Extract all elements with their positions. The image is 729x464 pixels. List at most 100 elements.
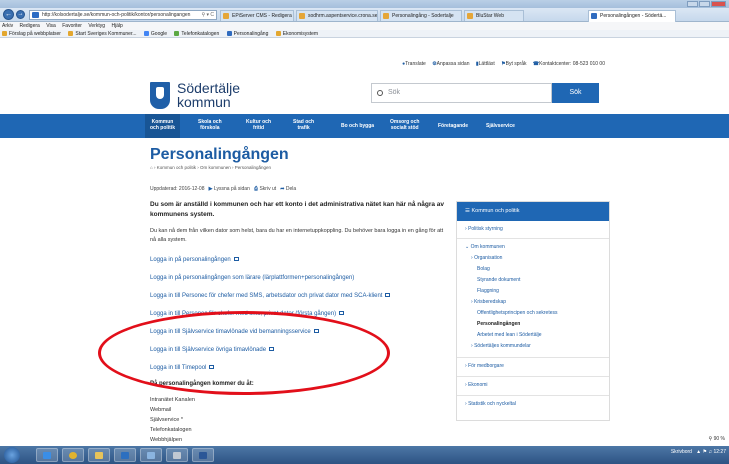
lead-text: Du som är anställd i kommunen och har et…: [150, 201, 445, 218]
favorite-item[interactable]: Förslag på webbplatser: [2, 31, 61, 37]
menu-item-tools[interactable]: Verktyg: [88, 23, 105, 29]
browser-tab[interactable]: sodhrm.aspentservice.crona.se: [296, 10, 378, 21]
system-item: Webmail: [150, 407, 172, 413]
sidebar-item[interactable]: Styrande dokument: [477, 277, 520, 283]
login-link[interactable]: Logga in till Timepool: [150, 365, 215, 371]
breadcrumb-path[interactable]: Kommun och politik › Om kommunen › Perso…: [157, 165, 271, 170]
menu-item-file[interactable]: Arkiv: [2, 23, 13, 29]
listen-link[interactable]: ▶ Lyssna på sidan: [206, 186, 250, 192]
browser-tab-active[interactable]: Personalingången - Södertä...: [588, 10, 676, 22]
nav-bo-och-bygga[interactable]: Bo och bygga: [341, 123, 374, 129]
menu-item-edit[interactable]: Redigera: [20, 23, 40, 29]
sidebar-item[interactable]: › Södertäljes kommundelar: [471, 343, 531, 349]
language-link[interactable]: ⚑Byt språk: [501, 61, 526, 67]
menu-item-help[interactable]: Hjälp: [111, 23, 122, 29]
nav-label: fritid: [252, 125, 265, 131]
favorite-item[interactable]: Ekonomisystem: [275, 31, 318, 37]
forward-button[interactable]: →: [16, 10, 25, 19]
maximize-button[interactable]: [699, 1, 710, 7]
sidebar-item-current[interactable]: Personalingången: [477, 321, 520, 327]
nav-stad-och-trafik[interactable]: Stad och trafik: [293, 119, 314, 131]
nav-kultur-och-fritid[interactable]: Kultur och fritid: [246, 119, 271, 131]
nav-foretagande[interactable]: Företagande: [438, 123, 468, 129]
nav-skola-och-forskola[interactable]: Skola och förskola: [198, 119, 222, 131]
sidebar-item[interactable]: Offentlighetsprincipen och sekretess: [477, 310, 558, 316]
close-button[interactable]: [711, 1, 726, 7]
page-meta: Uppdaterad: 2016-12-08 ▶ Lyssna på sidan…: [150, 186, 296, 192]
nav-sjalvservice[interactable]: Självservice: [486, 123, 515, 129]
browser-tab-label: EPiServer CMS - Redigera: [232, 13, 292, 19]
print-link[interactable]: ⎙ Skriv ut: [251, 186, 276, 192]
back-button[interactable]: ←: [3, 9, 14, 20]
taskbar-app[interactable]: [140, 448, 162, 462]
sidebar-item[interactable]: ⌄ Om kommunen: [465, 244, 505, 250]
translate-link[interactable]: ●Translate: [402, 61, 426, 67]
browser-menubar: Arkiv Redigera Visa Favoriter Verktyg Hj…: [0, 22, 729, 30]
desktop-toolbar[interactable]: Skrivbord: [671, 449, 692, 455]
address-bar[interactable]: http://kolsodertalje.se/kommun-och-polit…: [29, 10, 217, 20]
page-title: Personalingången: [150, 146, 289, 163]
browser-tab-label: Personalingången - Södertä...: [600, 13, 667, 19]
sidebar-item[interactable]: › Statistik och nyckeltal: [465, 401, 516, 407]
favorite-item[interactable]: Google: [143, 31, 167, 37]
menu-item-view[interactable]: Visa: [46, 23, 56, 29]
favorite-item[interactable]: Telefonkatalogen: [174, 31, 219, 37]
browser-tab[interactable]: Personalingång - Sodertalje: [380, 10, 462, 21]
browser-tab[interactable]: BluStar Web: [464, 10, 524, 21]
sodertalje-logo-icon[interactable]: [150, 82, 170, 109]
external-link-icon: [233, 257, 239, 261]
tab-favicon-icon: [299, 13, 305, 19]
customize-link[interactable]: ⚙Anpassa sidan: [432, 61, 469, 67]
taskbar-explorer[interactable]: [88, 448, 110, 462]
login-link[interactable]: Logga in till Självservice övriga timavl…: [150, 347, 275, 353]
system-item: Självservice *: [150, 417, 184, 423]
taskbar-outlook[interactable]: [114, 448, 136, 462]
nav-omsorg-och-socialt-stod[interactable]: Omsorg och socialt stöd: [390, 119, 419, 131]
start-button[interactable]: [4, 447, 20, 463]
sidebar-item[interactable]: › Ekonomi: [465, 382, 488, 388]
sidebar-item[interactable]: › Krisberedskap: [471, 299, 506, 305]
clock[interactable]: 12:27: [713, 449, 726, 455]
contact-link[interactable]: ☎Kontaktcenter: 08-523 010 00: [533, 61, 605, 67]
sidebar-item-label: Personalingången: [477, 321, 521, 327]
easy-read-link[interactable]: ▮Lättläst: [476, 61, 495, 67]
sidebar-header[interactable]: ☰ Kommun och politik: [457, 202, 609, 221]
sidebar-item-label: Statistik och nyckeltal: [468, 401, 516, 407]
home-icon[interactable]: ⌂ ›: [150, 165, 157, 170]
browser-tab[interactable]: EPiServer CMS - Redigera: [220, 10, 294, 21]
sidebar-item[interactable]: › Organisation: [471, 255, 502, 261]
sidebar-item[interactable]: Flaggning: [477, 288, 499, 294]
brand-name[interactable]: Södertälje: [177, 81, 240, 95]
login-link[interactable]: Logga in på personalingången: [150, 257, 239, 263]
brand-subtitle[interactable]: kommun: [177, 95, 231, 109]
share-link[interactable]: ➦ Dela: [278, 186, 296, 192]
minimize-button[interactable]: [687, 1, 698, 7]
zoom-level[interactable]: ⚲ 90 %: [709, 436, 725, 442]
favorite-item[interactable]: Start Sveriges Kommuner...: [68, 31, 137, 37]
listen-label: Lyssna på sidan: [213, 186, 250, 192]
taskbar-app[interactable]: [166, 448, 188, 462]
sidebar-item[interactable]: Arbetet med lean i Södertälje: [477, 332, 541, 338]
sidebar-item-label: Flaggning: [477, 288, 499, 294]
taskbar-chrome[interactable]: [62, 448, 84, 462]
favorite-item[interactable]: Personalingång: [226, 31, 268, 37]
login-link[interactable]: Logga in till Personec för chefer med sm…: [150, 311, 345, 317]
tray-icons[interactable]: ▲ ⚑ ♫: [693, 449, 713, 455]
taskbar-ie[interactable]: [36, 448, 58, 462]
nav-kommun-och-politik[interactable]: Kommun och politik: [145, 114, 180, 138]
sidebar-item[interactable]: › Politisk styrning: [465, 226, 503, 232]
sidebar-item-label: Södertäljes kommundelar: [474, 343, 531, 349]
search-refresh-icon[interactable]: ⚲ ▾ C: [201, 11, 214, 19]
sidebar-item[interactable]: Bolag: [477, 266, 490, 272]
utility-links: ●Translate ⚙Anpassa sidan ▮Lättläst ⚑Byt…: [397, 61, 605, 67]
sidebar-item[interactable]: › För medborgare: [465, 363, 504, 369]
sidebar-item-label: Om kommunen: [470, 244, 505, 250]
login-link[interactable]: Logga in till Självservice timavlönade v…: [150, 329, 319, 335]
login-link[interactable]: Logga in på personalingången som lärare …: [150, 275, 354, 281]
search-button[interactable]: Sök: [552, 83, 599, 103]
menu-item-favorites[interactable]: Favoriter: [62, 23, 82, 29]
taskbar-word[interactable]: [192, 448, 214, 462]
login-link[interactable]: Logga in till Personec för chefer med SM…: [150, 293, 391, 299]
window-controls: [687, 1, 726, 7]
search-input[interactable]: Sök: [371, 83, 552, 103]
